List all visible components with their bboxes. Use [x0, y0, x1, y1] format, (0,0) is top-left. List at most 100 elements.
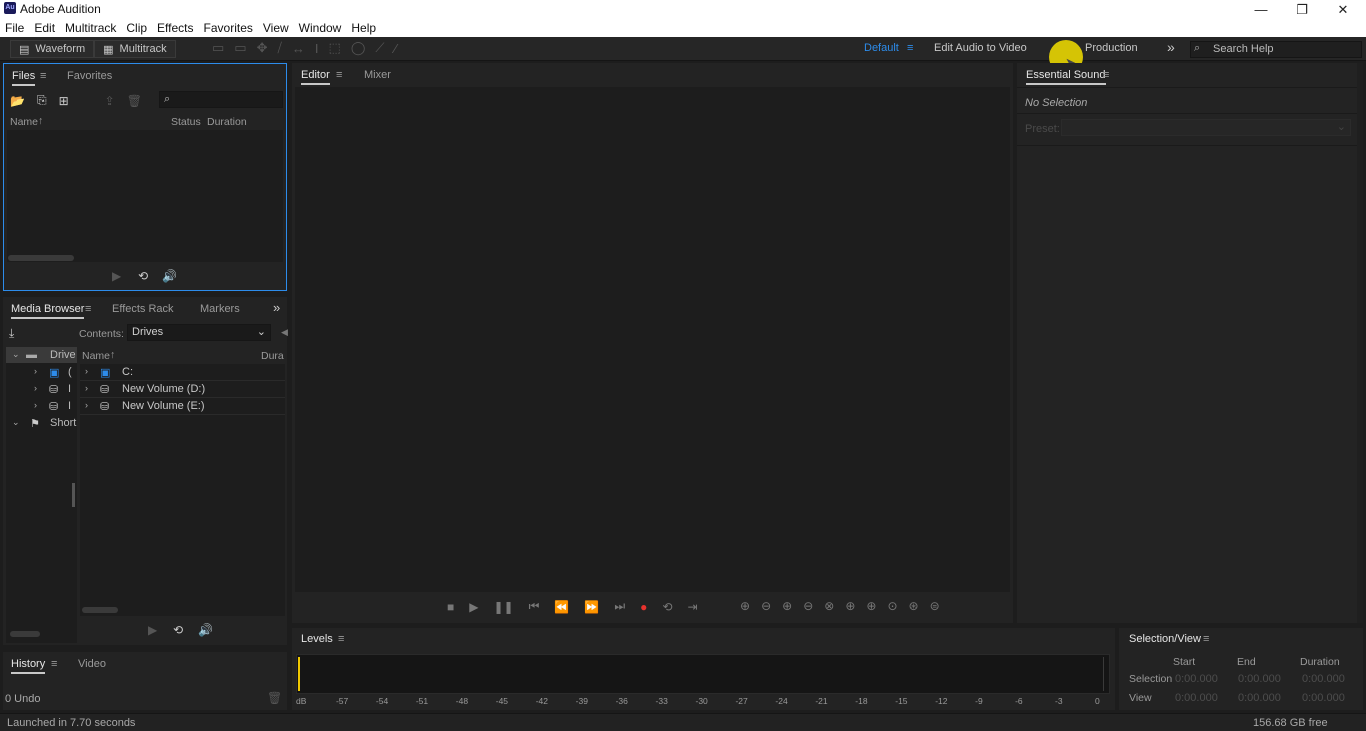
loop-playback-icon[interactable]: ⟲: [662, 600, 672, 614]
autoplay-speaker-icon[interactable]: 🔊: [198, 623, 213, 637]
column-duration[interactable]: Dura: [261, 350, 284, 362]
expand-arrow-icon[interactable]: ›: [85, 400, 88, 410]
expand-arrow-icon[interactable]: ⌄: [12, 417, 20, 428]
play-icon[interactable]: ▶: [112, 269, 121, 283]
workspace-edit-audio-to-video[interactable]: Edit Audio to Video: [934, 42, 1027, 54]
workspace-menu-icon[interactable]: ≡: [907, 42, 913, 54]
tab-files[interactable]: Files: [12, 70, 36, 86]
column-status[interactable]: Status: [171, 116, 201, 128]
expand-arrow-icon[interactable]: ›: [34, 383, 37, 393]
editor-menu-icon[interactable]: ≡: [336, 69, 342, 81]
expand-arrow-icon[interactable]: ›: [85, 383, 88, 393]
menu-edit[interactable]: Edit: [34, 21, 55, 35]
menu-multitrack[interactable]: Multitrack: [65, 21, 116, 35]
levels-menu-icon[interactable]: ≡: [338, 633, 344, 645]
move-tool-icon[interactable]: ✥: [257, 40, 268, 56]
minimize-button[interactable]: —: [1240, 0, 1282, 19]
waveform-canvas[interactable]: [295, 87, 1010, 592]
zoom-reset-icon[interactable]: ⊜: [930, 599, 940, 613]
column-name[interactable]: Name: [82, 350, 110, 362]
panel-scrollbar[interactable]: [1357, 63, 1363, 623]
play-icon[interactable]: ▶: [469, 600, 478, 614]
zoom-out-full-icon[interactable]: ⊗: [824, 599, 834, 613]
marquee-select-icon[interactable]: ⬚: [329, 40, 341, 56]
menu-window[interactable]: Window: [299, 21, 342, 35]
workspace-default[interactable]: Default: [864, 42, 899, 54]
files-search-input[interactable]: ⌕: [159, 91, 283, 108]
files-list[interactable]: [7, 130, 283, 262]
workspace-overflow-icon[interactable]: »: [1167, 39, 1175, 55]
column-duration[interactable]: Duration: [207, 116, 247, 128]
pane-divider-handle[interactable]: [72, 483, 75, 507]
stop-icon[interactable]: ■: [447, 600, 454, 614]
zoom-selected-tracks-icon[interactable]: ⊛: [909, 599, 919, 613]
menu-favorites[interactable]: Favorites: [204, 21, 253, 35]
zoom-in-point-out-icon[interactable]: ⊕: [866, 599, 876, 613]
spot-healing-icon[interactable]: ⁄: [395, 41, 397, 56]
slip-tool-icon[interactable]: ↔: [292, 41, 305, 56]
time-selection-icon[interactable]: I: [315, 41, 319, 56]
razor-tool-icon[interactable]: ⧸: [278, 40, 282, 56]
zoom-in-point-in-icon[interactable]: ⊕: [845, 599, 855, 613]
files-menu-icon[interactable]: ≡: [40, 70, 46, 82]
menu-view[interactable]: View: [263, 21, 289, 35]
view-duration-field[interactable]: 0:00.000: [1302, 692, 1345, 704]
tab-editor[interactable]: Editor: [301, 69, 330, 85]
menu-file[interactable]: File: [5, 21, 24, 35]
column-name[interactable]: Name: [10, 116, 38, 128]
tab-video[interactable]: Video: [78, 658, 106, 670]
collapse-arrow-icon[interactable]: ◀: [281, 327, 288, 338]
delete-icon[interactable]: 🗑: [127, 94, 142, 108]
files-scrollbar[interactable]: [8, 255, 74, 261]
view-start-field[interactable]: 0:00.000: [1175, 692, 1218, 704]
menu-effects[interactable]: Effects: [157, 21, 193, 35]
contents-dropdown[interactable]: Drives ⌄: [127, 324, 271, 341]
zoom-in-time-icon[interactable]: ⊕: [782, 599, 792, 613]
selection-view-menu-icon[interactable]: ≡: [1203, 633, 1209, 645]
tab-effects-rack[interactable]: Effects Rack: [112, 303, 174, 315]
move-to-previous-icon[interactable]: ⏮: [529, 599, 540, 614]
tab-favorites[interactable]: Favorites: [67, 70, 112, 82]
essential-sound-menu-icon[interactable]: ≡: [1103, 69, 1109, 81]
preset-dropdown[interactable]: ⌄: [1061, 119, 1351, 136]
open-file-icon[interactable]: 📂: [10, 94, 25, 108]
expand-arrow-icon[interactable]: ⌄: [12, 349, 20, 360]
paintbrush-select-icon[interactable]: ⟋: [375, 40, 384, 56]
delete-history-icon[interactable]: 🗑: [267, 691, 282, 705]
tab-markers[interactable]: Markers: [200, 303, 240, 315]
new-file-icon[interactable]: ⊞: [59, 94, 69, 108]
multitrack-view-button[interactable]: ▦ Multitrack: [94, 40, 176, 58]
zoom-out-time-icon[interactable]: ⊖: [803, 599, 813, 613]
tab-mixer[interactable]: Mixer: [364, 69, 391, 81]
selection-start-field[interactable]: 0:00.000: [1175, 673, 1218, 685]
autoplay-speaker-icon[interactable]: 🔊: [162, 269, 177, 283]
record-icon[interactable]: ●: [640, 600, 647, 614]
move-to-next-icon[interactable]: ⏭: [614, 599, 625, 614]
pause-icon[interactable]: ❚❚: [493, 600, 513, 614]
panel-overflow-icon[interactable]: »: [273, 300, 280, 315]
import-file-icon[interactable]: ⎘: [37, 93, 47, 108]
zoom-in-amplitude-icon[interactable]: ⊕: [740, 599, 750, 613]
zoom-out-amplitude-icon[interactable]: ⊖: [761, 599, 771, 613]
waveform-view-button[interactable]: ▤ Waveform: [10, 40, 95, 58]
zoom-to-selection-icon[interactable]: ⊙: [887, 599, 897, 613]
rewind-icon[interactable]: ⏪: [554, 600, 569, 614]
expand-arrow-icon[interactable]: ›: [34, 400, 37, 410]
fast-forward-icon[interactable]: ⏩: [584, 600, 599, 614]
spectral-frequency-icon[interactable]: ▭: [212, 40, 224, 56]
menu-clip[interactable]: Clip: [126, 21, 147, 35]
restore-button[interactable]: ❐: [1281, 0, 1323, 19]
tree-scrollbar[interactable]: [10, 631, 40, 637]
search-help-input[interactable]: Search Help: [1190, 41, 1362, 58]
selection-duration-field[interactable]: 0:00.000: [1302, 673, 1345, 685]
loop-icon[interactable]: ⟲: [173, 623, 183, 637]
media-browser-menu-icon[interactable]: ≡: [85, 303, 91, 315]
close-button[interactable]: ✕: [1322, 0, 1364, 19]
selection-end-field[interactable]: 0:00.000: [1238, 673, 1281, 685]
media-list-scrollbar[interactable]: [82, 607, 118, 613]
loop-icon[interactable]: ⟲: [138, 269, 148, 283]
lasso-select-icon[interactable]: ◯: [351, 40, 366, 56]
play-icon[interactable]: ▶: [148, 623, 157, 637]
expand-arrow-icon[interactable]: ›: [85, 366, 88, 376]
tab-media-browser[interactable]: Media Browser: [11, 303, 85, 319]
